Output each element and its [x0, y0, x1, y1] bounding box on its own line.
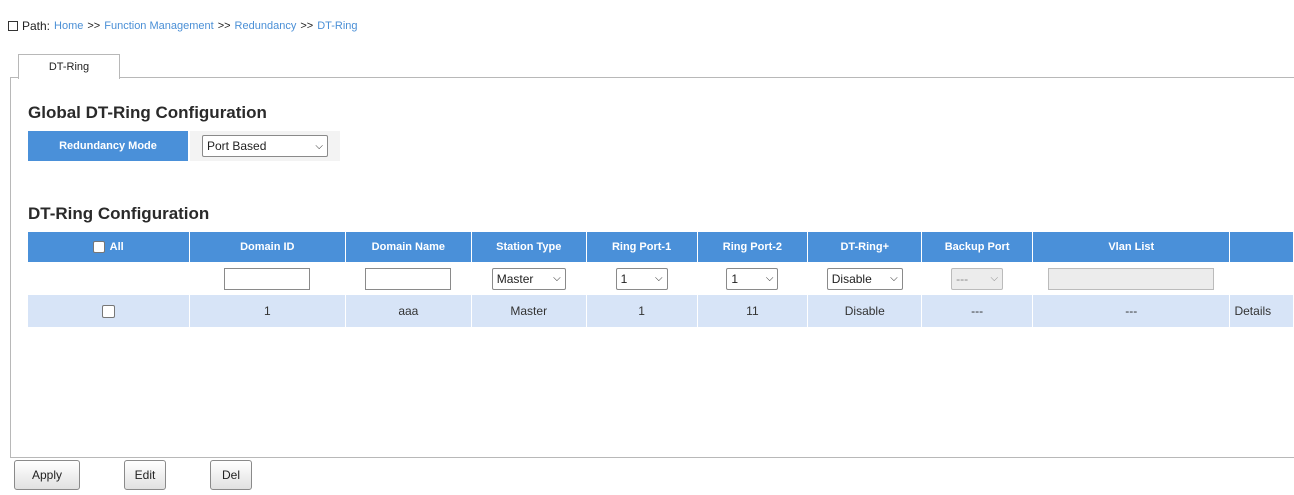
chevron-down-icon: ⌵ [654, 273, 663, 284]
header-vlan-list: Vlan List [1032, 232, 1231, 262]
dt-ring-config-title: DT-Ring Configuration [28, 204, 210, 223]
header-dt-ring-plus: DT-Ring+ [807, 232, 923, 262]
cell-ring-port-2: 11 [697, 295, 809, 327]
details-link[interactable]: Details [1229, 295, 1294, 327]
breadcrumb-separator: >> [217, 20, 231, 32]
ring-port-2-select[interactable]: 1 ⌵ [726, 267, 779, 290]
input-cell-ring-port-1: 1 ⌵ [586, 262, 698, 295]
ring-port-2-value: 1 [731, 271, 739, 286]
chevron-down-icon: ⌵ [890, 273, 898, 284]
cell-ring-port-1: 1 [586, 295, 698, 327]
vlan-list-input [1048, 267, 1215, 290]
domain-id-input[interactable] [224, 267, 311, 290]
input-cell-actions [1229, 262, 1294, 295]
breadcrumb-home[interactable]: Home [54, 20, 83, 32]
chevron-down-icon: ⌵ [315, 140, 323, 152]
input-cell-ring-port-2: 1 ⌵ [697, 262, 809, 295]
row-select-cell [28, 295, 190, 327]
input-cell-domain-name [345, 262, 472, 295]
header-all-label: All [109, 240, 124, 253]
input-cell-station-type: Master ⌵ [471, 262, 587, 295]
input-cell-domain-id [189, 262, 346, 295]
header-domain-id: Domain ID [189, 232, 346, 262]
breadcrumb-dt-ring[interactable]: DT-Ring [317, 20, 357, 32]
chevron-down-icon: ⌵ [990, 273, 999, 284]
ring-port-1-select[interactable]: 1 ⌵ [615, 267, 668, 290]
input-cell-empty [28, 262, 190, 295]
cell-domain-id: 1 [189, 295, 346, 327]
backup-port-value: --- [956, 271, 969, 286]
global-config-title: Global DT-Ring Configuration [28, 103, 267, 122]
dt-ring-table: All Domain ID Domain Name Station Type R… [28, 232, 1294, 327]
apply-button[interactable]: Apply [14, 460, 80, 490]
header-actions [1229, 232, 1294, 262]
breadcrumb: Path: Home >> Function Management >> Red… [8, 16, 358, 36]
edit-button[interactable]: Edit [124, 460, 166, 490]
path-label: Path: [22, 19, 51, 33]
header-station-type: Station Type [471, 232, 587, 262]
backup-port-select: --- ⌵ [951, 267, 1004, 290]
cell-domain-name: aaa [345, 295, 472, 327]
cell-backup-port: --- [921, 295, 1033, 327]
breadcrumb-separator: >> [87, 20, 101, 32]
select-all-checkbox[interactable] [92, 241, 105, 254]
station-type-select[interactable]: Master ⌵ [491, 267, 566, 290]
header-ring-port-1: Ring Port-1 [586, 232, 698, 262]
tab-dt-ring[interactable]: DT-Ring [18, 54, 120, 79]
chevron-down-icon: ⌵ [553, 273, 561, 284]
header-all: All [28, 232, 190, 262]
cell-station-type: Master [471, 295, 587, 327]
breadcrumb-function-management[interactable]: Function Management [104, 20, 213, 32]
header-ring-port-2: Ring Port-2 [697, 232, 809, 262]
breadcrumb-separator: >> [300, 20, 314, 32]
row-checkbox[interactable] [101, 305, 115, 319]
redundancy-mode-select[interactable]: Port Based ⌵ [202, 135, 328, 157]
header-domain-name: Domain Name [345, 232, 472, 262]
cell-dt-ring-plus: Disable [807, 295, 923, 327]
input-cell-backup-port: --- ⌵ [921, 262, 1033, 295]
redundancy-mode-label: Redundancy Mode [28, 131, 188, 161]
redundancy-mode-cell: Port Based ⌵ [190, 131, 340, 161]
path-square-icon [8, 21, 18, 31]
header-backup-port: Backup Port [921, 232, 1033, 262]
redundancy-mode-value: Port Based [207, 139, 267, 153]
station-type-value: Master [496, 271, 534, 286]
breadcrumb-redundancy[interactable]: Redundancy [235, 20, 297, 32]
input-row: Master ⌵ 1 ⌵ 1 ⌵ Disable ⌵ --- ⌵ [28, 262, 1294, 295]
input-cell-dt-ring-plus: Disable ⌵ [807, 262, 923, 295]
chevron-down-icon: ⌵ [765, 273, 774, 284]
dt-ring-plus-value: Disable [831, 271, 872, 286]
dt-ring-plus-select[interactable]: Disable ⌵ [826, 267, 903, 290]
input-cell-vlan-list [1032, 262, 1231, 295]
ring-port-1-value: 1 [620, 271, 628, 286]
table-row[interactable]: 1 aaa Master 1 11 Disable --- --- Detail… [28, 295, 1294, 327]
domain-name-input[interactable] [365, 267, 452, 290]
table-header-row: All Domain ID Domain Name Station Type R… [28, 232, 1294, 262]
del-button[interactable]: Del [210, 460, 252, 490]
cell-vlan-list: --- [1032, 295, 1231, 327]
